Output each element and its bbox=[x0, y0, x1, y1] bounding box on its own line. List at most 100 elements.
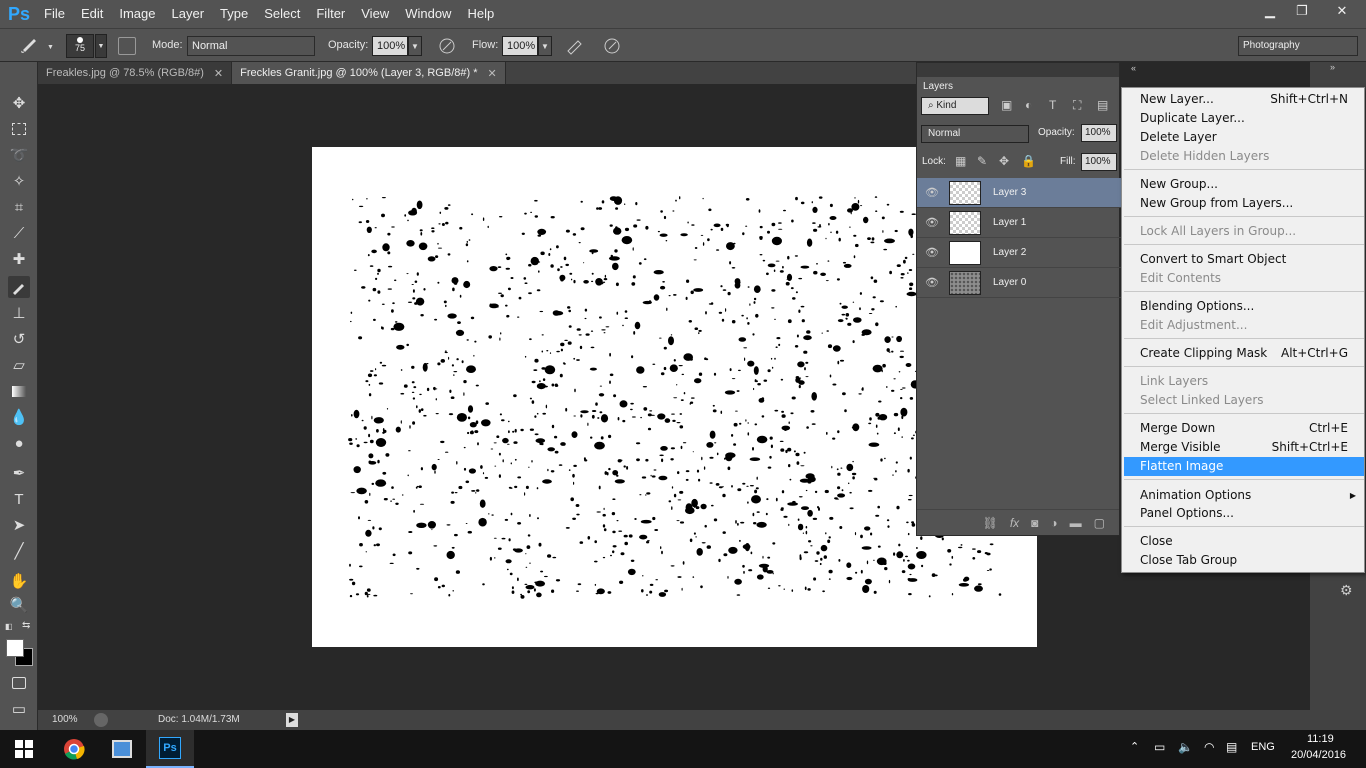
tab-freakles[interactable]: Freakles.jpg @ 78.5% (RGB/8#) ✕ bbox=[38, 62, 233, 84]
type-tool-icon[interactable]: T bbox=[8, 488, 30, 510]
screen-mode-icon[interactable]: ▭ bbox=[8, 698, 30, 720]
fx-icon[interactable]: fx bbox=[1010, 516, 1019, 530]
menu-item-close[interactable]: Close bbox=[1122, 532, 1364, 551]
type-filter-icon[interactable]: T bbox=[1049, 98, 1056, 112]
volume-icon[interactable]: 🔈 bbox=[1178, 740, 1193, 754]
lock-all-icon[interactable]: 🔒 bbox=[1021, 154, 1036, 168]
chevron-down-icon[interactable]: ▼ bbox=[47, 44, 54, 51]
menu-item-flatten-image[interactable]: Flatten Image bbox=[1124, 457, 1364, 476]
menu-item-blending-options[interactable]: Blending Options... bbox=[1122, 297, 1364, 316]
history-brush-tool-icon[interactable]: ↺ bbox=[8, 328, 30, 350]
layer-filter-select[interactable]: ⌕ Kind bbox=[921, 97, 989, 115]
chrome-icon[interactable] bbox=[50, 730, 98, 768]
default-colors-icon[interactable]: ◧ bbox=[5, 622, 15, 632]
menu-item-new-layer[interactable]: New Layer... Shift+Ctrl+N bbox=[1122, 90, 1364, 109]
gradient-tool-icon[interactable] bbox=[8, 380, 30, 402]
link-layers-icon[interactable]: ⛓ bbox=[983, 516, 998, 530]
menu-view[interactable]: View bbox=[353, 0, 397, 28]
layer-opacity-input[interactable]: 100% bbox=[1081, 124, 1117, 142]
marquee-tool-icon[interactable] bbox=[8, 118, 30, 140]
eye-icon[interactable]: 👁 bbox=[917, 186, 947, 199]
menu-filter[interactable]: Filter bbox=[308, 0, 353, 28]
lock-position-icon[interactable]: ✥ bbox=[999, 154, 1009, 168]
layers-tab[interactable]: Layers bbox=[917, 77, 960, 97]
magic-wand-tool-icon[interactable]: ✧ bbox=[8, 170, 30, 192]
clone-stamp-tool-icon[interactable]: ⊥ bbox=[8, 302, 30, 324]
layer-row-layer-0[interactable]: 👁 Layer 0 bbox=[917, 268, 1121, 298]
healing-brush-tool-icon[interactable]: ✚ bbox=[8, 248, 30, 270]
crop-tool-icon[interactable]: ⌗ bbox=[8, 196, 30, 218]
menu-item-create-clipping-mask[interactable]: Create Clipping Mask Alt+Ctrl+G bbox=[1122, 344, 1364, 363]
menu-item-new-group-from-layers[interactable]: New Group from Layers... bbox=[1122, 194, 1364, 213]
menu-help[interactable]: Help bbox=[459, 0, 502, 28]
status-info-icon[interactable] bbox=[94, 713, 108, 727]
shape-filter-icon[interactable]: ⛶ bbox=[1073, 98, 1081, 113]
menu-item-animation-options[interactable]: Animation Options ▶ bbox=[1122, 486, 1364, 505]
status-menu-arrow-icon[interactable]: ▶ bbox=[286, 713, 298, 727]
layer-row-layer-1[interactable]: 👁 Layer 1 bbox=[917, 208, 1121, 238]
line-tool-icon[interactable]: ╱ bbox=[8, 540, 30, 562]
photoshop-taskbar-icon[interactable]: Ps bbox=[146, 730, 194, 768]
pressure-opacity-icon[interactable] bbox=[437, 36, 457, 61]
foreground-color-swatch[interactable] bbox=[6, 639, 24, 657]
menu-select[interactable]: Select bbox=[256, 0, 308, 28]
move-tool-icon[interactable]: ✥ bbox=[8, 92, 30, 114]
menu-image[interactable]: Image bbox=[111, 0, 163, 28]
menu-file[interactable]: File bbox=[36, 0, 73, 28]
smart-object-filter-icon[interactable]: ▤ bbox=[1097, 98, 1108, 112]
collapse-icon[interactable]: » bbox=[1330, 62, 1335, 72]
blend-mode-select[interactable]: Normal bbox=[921, 125, 1029, 143]
properties-panel-icon[interactable]: ⚙ bbox=[1340, 582, 1360, 602]
flow-dropdown[interactable]: ▼ bbox=[538, 36, 552, 56]
layer-row-layer-3[interactable]: 👁 Layer 3 bbox=[917, 178, 1121, 208]
brush-tool-preset-icon[interactable] bbox=[20, 35, 42, 58]
layer-row-layer-2[interactable]: 👁 Layer 2 bbox=[917, 238, 1121, 268]
eye-icon[interactable]: 👁 bbox=[917, 246, 947, 259]
close-icon[interactable]: ✕ bbox=[214, 67, 223, 80]
eyedropper-tool-icon[interactable]: ⟋ bbox=[8, 222, 30, 244]
airbrush-icon[interactable] bbox=[565, 36, 585, 61]
pixel-filter-icon[interactable]: ▣ bbox=[1001, 98, 1012, 112]
menu-item-close-tab-group[interactable]: Close Tab Group bbox=[1122, 551, 1364, 570]
menu-item-delete-layer[interactable]: Delete Layer bbox=[1122, 128, 1364, 147]
opacity-dropdown[interactable]: ▼ bbox=[408, 36, 422, 56]
menu-type[interactable]: Type bbox=[212, 0, 256, 28]
adjustment-filter-icon[interactable]: ◐ bbox=[1025, 98, 1032, 112]
opacity-input[interactable]: 100% bbox=[372, 36, 408, 56]
flow-input[interactable]: 100% bbox=[502, 36, 538, 56]
menu-item-duplicate-layer[interactable]: Duplicate Layer... bbox=[1122, 109, 1364, 128]
photos-app-icon[interactable] bbox=[98, 730, 146, 768]
hand-tool-icon[interactable]: ✋ bbox=[8, 570, 30, 592]
pen-tool-icon[interactable]: ✒ bbox=[8, 462, 30, 484]
brush-panel-toggle-icon[interactable] bbox=[118, 37, 136, 55]
mode-select[interactable]: Normal bbox=[187, 36, 315, 56]
fill-input[interactable]: 100% bbox=[1081, 153, 1117, 171]
swap-colors-icon[interactable]: ⇆ bbox=[22, 620, 30, 631]
new-group-icon[interactable]: ▬ bbox=[1070, 516, 1082, 530]
eye-icon[interactable]: 👁 bbox=[917, 216, 947, 229]
menu-item-convert-to-smart-object[interactable]: Convert to Smart Object bbox=[1122, 250, 1364, 269]
lasso-tool-icon[interactable]: ➰ bbox=[8, 144, 30, 166]
clock-time[interactable]: 11:19 bbox=[1307, 733, 1334, 745]
language-indicator[interactable]: ENG bbox=[1251, 741, 1275, 753]
menu-layer[interactable]: Layer bbox=[164, 0, 213, 28]
wifi-icon[interactable]: ◠ bbox=[1204, 740, 1214, 754]
brush-tool-icon[interactable] bbox=[8, 276, 30, 298]
new-layer-icon[interactable]: ▢ bbox=[1094, 516, 1105, 530]
workspace-select[interactable]: Photography bbox=[1238, 36, 1358, 56]
brush-size-dropdown[interactable]: ▼ bbox=[95, 34, 107, 58]
eye-icon[interactable]: 👁 bbox=[917, 276, 947, 289]
battery-icon[interactable]: ▭ bbox=[1154, 740, 1165, 754]
notifications-icon[interactable]: ▤ bbox=[1226, 740, 1237, 754]
zoom-level[interactable]: 100% bbox=[52, 714, 78, 725]
new-adjustment-layer-icon[interactable]: ◑ bbox=[1050, 516, 1057, 530]
pressure-size-icon[interactable] bbox=[602, 36, 622, 61]
dodge-tool-icon[interactable]: ● bbox=[8, 432, 30, 454]
quick-mask-icon[interactable] bbox=[8, 672, 30, 694]
menu-edit[interactable]: Edit bbox=[73, 0, 111, 28]
minimize-button[interactable]: ▁ bbox=[1254, 0, 1286, 22]
eraser-tool-icon[interactable]: ▱ bbox=[8, 354, 30, 376]
lock-transparent-icon[interactable]: ▦ bbox=[955, 154, 966, 168]
tab-freckles-granit[interactable]: Freckles Granit.jpg @ 100% (Layer 3, RGB… bbox=[232, 62, 506, 84]
lock-image-icon[interactable]: ✎ bbox=[977, 154, 987, 168]
